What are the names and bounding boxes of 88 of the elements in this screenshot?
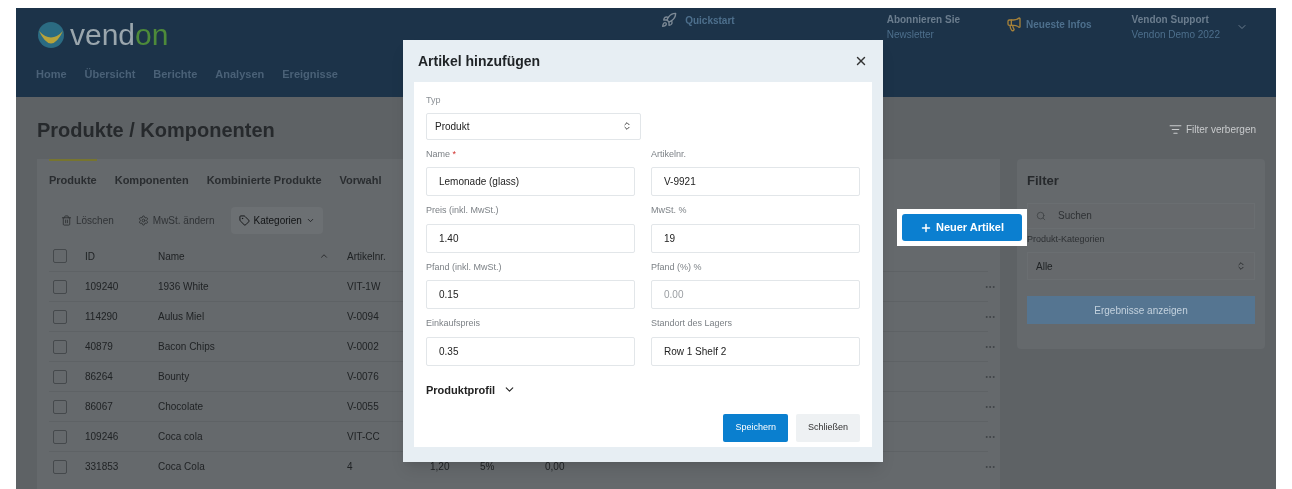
table-cell-text: V-0076 xyxy=(347,370,379,384)
dialog-title: Artikel hinzufügen xyxy=(418,51,541,71)
table-cell-text: 109240 xyxy=(85,280,119,294)
table-cell-text: Chocolate xyxy=(158,400,204,414)
input-field[interactable]: 0.00 xyxy=(651,280,860,309)
page-title: Produkte / Komponenten xyxy=(37,117,275,143)
plus-icon xyxy=(919,221,932,234)
table-cell-text: Coca Cola xyxy=(158,460,205,474)
table-cell-text: Aulus Miel xyxy=(158,310,205,324)
tab[interactable]: Produkte xyxy=(49,159,97,199)
logo-text: vendon xyxy=(70,20,169,50)
checkbox[interactable] xyxy=(53,459,67,474)
select-arrows-icon xyxy=(1236,261,1246,271)
column-header[interactable]: Artikelnr. xyxy=(347,248,386,264)
sort-ascending-icon[interactable] xyxy=(319,251,329,261)
table-cell-text: 40879 xyxy=(85,340,113,354)
input-field[interactable]: 1.40 xyxy=(426,223,635,253)
table-cell-text: VIT-CC xyxy=(347,430,380,444)
account-name[interactable]: Vendon Support xyxy=(1131,12,1220,27)
field-label: Einkaufspreis xyxy=(426,317,482,330)
close-button[interactable]: Schließen xyxy=(795,414,860,442)
checkbox[interactable] xyxy=(53,429,67,444)
table-cell-text: 86067 xyxy=(85,400,113,414)
quickstart-link[interactable]: Quickstart xyxy=(685,12,735,28)
input-field[interactable]: Row 1 Shelf 2 xyxy=(651,336,860,366)
checkbox[interactable] xyxy=(53,279,67,294)
table-cell-text: 109246 xyxy=(85,430,119,444)
field-label: Standort des Lagers xyxy=(651,317,734,330)
table-cell-text: Coca cola xyxy=(158,430,203,444)
filter-icon xyxy=(1168,123,1182,137)
select-arrows-icon xyxy=(622,121,632,131)
table-cell-text: 86264 xyxy=(85,370,113,384)
tab[interactable]: Kombinierte Produkte xyxy=(206,159,322,199)
table-cell-text: VIT-1W xyxy=(347,280,381,294)
table-cell-text: 331853 xyxy=(85,460,119,474)
input-field[interactable]: 0.15 xyxy=(426,280,635,309)
megaphone-icon xyxy=(1006,16,1022,32)
checkbox[interactable] xyxy=(53,339,67,354)
trash-icon xyxy=(61,214,72,226)
type-select[interactable]: Produkt xyxy=(426,112,641,140)
field-label: MwSt. % xyxy=(651,204,688,217)
toolbar-button[interactable]: Kategorien xyxy=(230,206,323,234)
table-cell-text: 1936 White xyxy=(158,280,209,294)
search-icon xyxy=(1036,210,1046,221)
tab[interactable]: Vorwahl xyxy=(339,159,382,199)
table-cell-text: Bounty xyxy=(158,370,190,384)
tag-icon xyxy=(238,214,250,226)
field-label: Pfand (%) % xyxy=(651,260,703,274)
close-icon[interactable] xyxy=(854,54,868,68)
news-link[interactable]: Neueste Infos xyxy=(1026,16,1092,32)
field-label: Preis (inkl. MwSt.) xyxy=(426,204,500,217)
table-cell-text: 4 xyxy=(347,460,353,474)
checkbox[interactable] xyxy=(53,249,67,263)
newsletter-subtitle: Newsletter xyxy=(886,28,935,42)
filter-title: Filter xyxy=(1027,172,1060,190)
input-field[interactable]: 0.35 xyxy=(426,336,635,366)
filter-toggle-button[interactable]: Filter verbergen xyxy=(1160,118,1264,142)
new-item-button[interactable]: Neuer Artikel xyxy=(902,214,1022,241)
account-organization: Vendon Demo 2022 xyxy=(1131,28,1220,42)
column-header[interactable]: ID xyxy=(85,248,95,264)
table-cell-text: V-0002 xyxy=(347,340,379,354)
gear-icon xyxy=(137,214,149,226)
tab[interactable]: Komponenten xyxy=(114,159,189,199)
rocket-icon xyxy=(661,12,678,28)
checkbox[interactable] xyxy=(53,309,67,324)
table-cell-text: Bacon Chips xyxy=(158,340,215,354)
column-header[interactable]: Name xyxy=(158,248,185,264)
table-cell-text: 1,20 xyxy=(430,460,450,474)
input-field[interactable]: Lemonade (glass) xyxy=(426,167,635,196)
field-label: Pfand (inkl. MwSt.) xyxy=(426,260,503,274)
logo-icon xyxy=(36,20,66,50)
input-field[interactable]: V-9921 xyxy=(651,167,860,196)
newsletter-title[interactable]: Abonnieren Sie xyxy=(886,12,960,27)
checkbox[interactable] xyxy=(53,369,67,384)
table-cell-text: V-0055 xyxy=(347,400,379,414)
input-field[interactable]: 19 xyxy=(651,223,860,253)
category-select[interactable]: Alle xyxy=(1027,252,1255,280)
table-cell-text: 0,00 xyxy=(545,460,565,474)
field-label: Typ xyxy=(426,94,442,107)
table-cell-text: 5% xyxy=(480,460,495,474)
save-button[interactable]: Speichern xyxy=(723,414,788,442)
table-cell-text: 114290 xyxy=(85,310,118,324)
section-toggle[interactable]: Produktprofil xyxy=(426,381,517,398)
field-label: Artikelnr. xyxy=(651,147,687,161)
checkbox[interactable] xyxy=(53,399,67,414)
field-label: Name * xyxy=(426,147,458,161)
apply-button[interactable]: Ergebnisse anzeigen xyxy=(1027,296,1255,324)
table-cell-text: V-0094 xyxy=(347,310,379,324)
